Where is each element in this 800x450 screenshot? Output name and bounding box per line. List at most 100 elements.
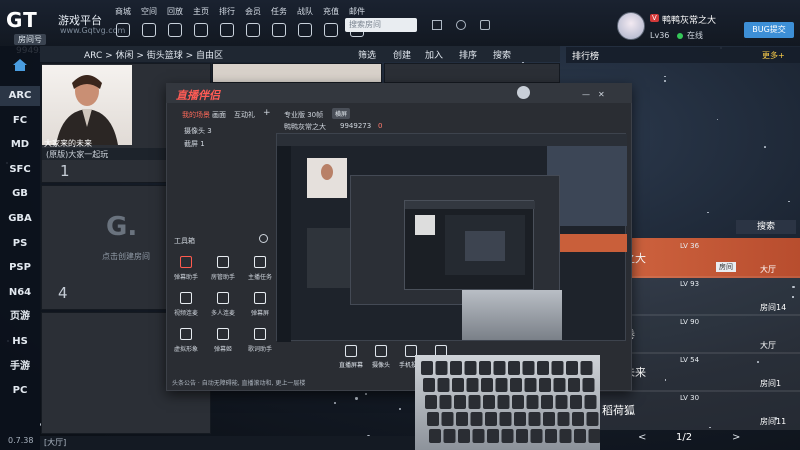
keyboard-key <box>586 412 599 426</box>
list-item-level: LV 90 <box>680 318 700 326</box>
nav-item[interactable]: 空间 <box>138 6 160 37</box>
scene-tab[interactable]: 互动礼 <box>234 110 255 120</box>
nav-item[interactable]: 战队 <box>294 6 316 37</box>
toolbox-item[interactable]: 弹幕屏 <box>240 292 280 317</box>
list-item-room[interactable]: 房间11 <box>760 416 786 427</box>
room-badge[interactable]: 房间 <box>716 262 736 272</box>
keyboard-key <box>510 378 522 392</box>
search-tab[interactable]: 搜索 <box>736 220 796 234</box>
list-item-room[interactable]: 房间14 <box>760 302 786 313</box>
announcement-bar: 头条公告 · 自动无障碍能, 直播滚动和, 更上一层楼 <box>172 380 306 387</box>
keyboard-key <box>429 429 441 443</box>
star <box>707 211 709 214</box>
sidebar-item[interactable]: PSP <box>0 258 40 278</box>
sidebar-item[interactable]: PC <box>0 381 40 401</box>
online-status-icon <box>677 33 683 39</box>
keyboard-key <box>584 395 597 409</box>
online-status[interactable]: 在线 <box>687 30 703 41</box>
nav-item[interactable]: 充值 <box>320 6 342 37</box>
keyboard-key <box>479 361 491 375</box>
toolbox-item[interactable]: 多人连麦 <box>203 292 243 317</box>
stream-quality[interactable]: 专业版 30帧 <box>284 110 323 120</box>
scene-tab[interactable]: 画面 <box>212 110 226 120</box>
sidebar-item[interactable]: ARC <box>0 86 40 106</box>
list-item-room[interactable]: 大厅 <box>760 340 776 351</box>
nav-item[interactable]: 任务 <box>268 6 290 37</box>
ranking-more-link[interactable]: 更多+ <box>762 50 785 61</box>
nav-icon <box>272 23 286 37</box>
sidebar-item[interactable]: FC <box>0 111 40 131</box>
scene-item[interactable]: 摄像头 3 <box>184 126 212 136</box>
nav-item[interactable]: 商城 <box>112 6 134 37</box>
nav-item[interactable]: 回放 <box>164 6 186 37</box>
sidebar-item[interactable]: GBA <box>0 209 40 229</box>
streamer-avatar[interactable] <box>517 86 530 99</box>
breadcrumb[interactable]: ARC > 休闲 > 街头篮球 > 自由区 <box>84 48 223 61</box>
breadcrumb-action[interactable]: 筛选 <box>358 48 376 61</box>
breadcrumb-action[interactable]: 加入 <box>425 48 443 61</box>
home-icon[interactable] <box>12 58 28 72</box>
sidebar-item[interactable]: PS <box>0 234 40 254</box>
breadcrumb-action[interactable]: 创建 <box>393 48 411 61</box>
bug-report-button[interactable]: BUG提交 <box>744 22 794 38</box>
toolbox-item[interactable]: 虚拟形象 <box>166 328 206 353</box>
coin-icon[interactable] <box>456 20 466 30</box>
orientation-tag[interactable]: 横屏 <box>332 108 351 119</box>
list-item-room[interactable]: 大厅 <box>760 264 776 275</box>
nav-item[interactable]: 会员 <box>242 6 264 37</box>
room-thumbnail <box>42 65 132 145</box>
nav-label: 商城 <box>115 7 131 16</box>
tool-icon <box>254 292 266 304</box>
keyboard-key <box>588 429 601 443</box>
add-scene-icon[interactable]: + <box>263 108 271 118</box>
keyboard-key <box>483 395 495 409</box>
keyboard-key <box>545 429 557 443</box>
breadcrumb-action[interactable]: 排序 <box>459 48 477 61</box>
tool-icon <box>180 328 192 340</box>
prev-page-button[interactable]: < <box>638 432 646 443</box>
toolbox-collapse-icon[interactable] <box>259 234 268 243</box>
room-number-badge: 房间号 <box>14 34 46 45</box>
sidebar-item[interactable]: SFC <box>0 160 40 180</box>
mail-icon[interactable] <box>480 20 490 30</box>
keyboard-key <box>458 429 470 443</box>
brand-logo[interactable]: GT <box>6 8 66 34</box>
username[interactable]: 鸭鸭灰常之大 <box>662 13 716 26</box>
minimize-icon[interactable]: — <box>582 90 590 99</box>
avatar[interactable] <box>617 12 645 40</box>
nav-icon <box>220 23 234 37</box>
settings-icon[interactable] <box>432 20 442 30</box>
star <box>333 402 336 405</box>
toolbox-item[interactable]: 歌词助手 <box>240 328 280 353</box>
sidebar-item[interactable]: HS <box>0 332 40 352</box>
close-icon[interactable]: ✕ <box>598 90 605 99</box>
next-page-button[interactable]: > <box>732 432 740 443</box>
keyboard-key <box>555 395 568 409</box>
keyboard-key <box>516 429 528 443</box>
breadcrumb-action[interactable]: 搜索 <box>493 48 511 61</box>
nav-icon <box>194 23 208 37</box>
sidebar-item[interactable]: 页游 <box>0 307 40 327</box>
scene-item[interactable]: 截屏 1 <box>184 139 205 149</box>
toolbox-item[interactable]: 房管助手 <box>203 256 243 281</box>
toolbox-item[interactable]: 弹幕助手 <box>166 256 206 281</box>
scene-tab[interactable]: 我的场景 <box>182 110 210 120</box>
room-card-2[interactable] <box>212 63 382 83</box>
keyboard-key <box>570 395 582 409</box>
platform-logo: G. <box>106 212 138 242</box>
nav-item[interactable]: 排行 <box>216 6 238 37</box>
create-room-label[interactable]: 点击创建房间 <box>102 251 150 262</box>
room-card-3[interactable] <box>384 63 560 83</box>
toolbox-item[interactable]: 弹幕姬 <box>203 328 243 353</box>
keyboard-key <box>427 412 439 426</box>
search-input[interactable]: 搜索房间 <box>345 18 417 32</box>
ranking-title[interactable]: 排行榜 <box>572 49 599 62</box>
sidebar-item[interactable]: GB <box>0 184 40 204</box>
sidebar-item[interactable]: 手游 <box>0 357 40 377</box>
nav-item[interactable]: 主页 <box>190 6 212 37</box>
sidebar-item[interactable]: N64 <box>0 283 40 303</box>
toolbox-item[interactable]: 视频连麦 <box>166 292 206 317</box>
list-item-room[interactable]: 房间1 <box>760 378 781 389</box>
sidebar-item[interactable]: MD <box>0 135 40 155</box>
toolbox-item[interactable]: 主播任务 <box>240 256 280 281</box>
